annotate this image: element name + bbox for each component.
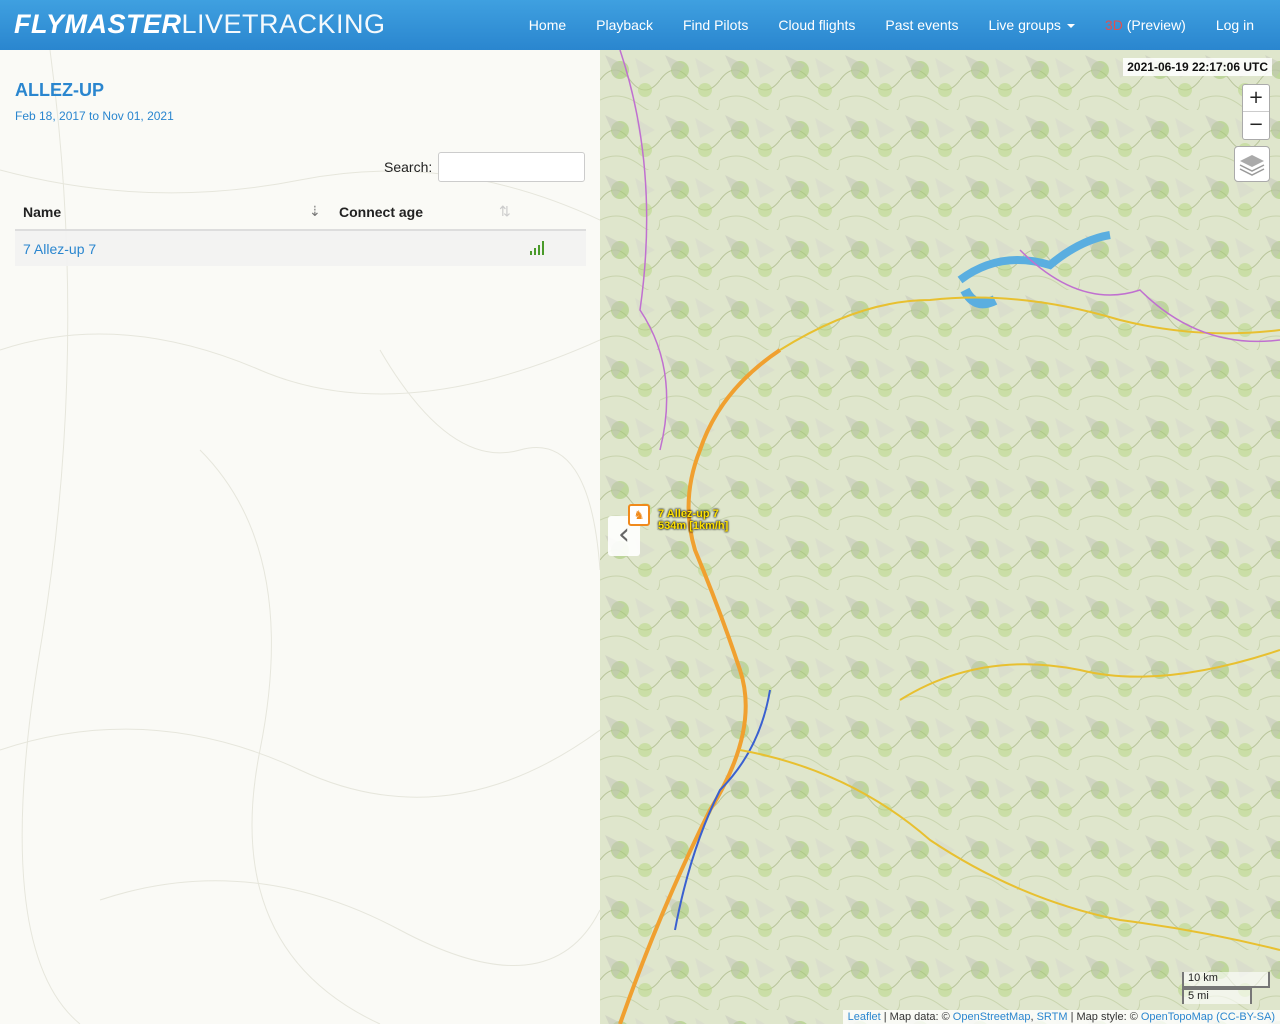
srtm-link[interactable]: SRTM: [1037, 1011, 1068, 1023]
sort-ascending-icon[interactable]: ⇣: [309, 203, 321, 220]
nav-home[interactable]: Home: [529, 17, 566, 33]
nav-live-groups[interactable]: Live groups: [989, 17, 1075, 33]
layers-button[interactable]: [1234, 146, 1270, 182]
brand-bold: FLYMASTER: [14, 9, 182, 39]
table-row[interactable]: 7 Allez-up 7: [15, 231, 586, 266]
leaflet-link[interactable]: Leaflet: [848, 1011, 881, 1023]
top-navbar: FLYMASTERLIVETRACKING Home Playback Find…: [0, 0, 1280, 50]
event-title: ALLEZ-UP: [15, 80, 104, 100]
scale-km: 10 km: [1182, 972, 1270, 988]
topo-map-tiles: [600, 50, 1280, 1024]
signal-bars-icon: [530, 241, 544, 255]
nav-past-events[interactable]: Past events: [885, 17, 958, 33]
brand-light: LIVETRACKING: [181, 9, 386, 39]
sort-both-icon[interactable]: ⇅: [499, 203, 511, 220]
paraglider-marker-icon[interactable]: ♞: [628, 504, 650, 526]
attrib-text-1: | Map data: ©: [880, 1011, 953, 1023]
nav-3d-preview-label: (Preview): [1122, 17, 1186, 33]
nav-login[interactable]: Log in: [1216, 17, 1254, 33]
table-header: Name ⇣ Connect age ⇅: [15, 193, 586, 231]
nav-3d-label: 3D: [1104, 17, 1123, 33]
flymaster-logo[interactable]: FLYMASTERLIVETRACKING: [14, 9, 386, 40]
event-sidebar: ALLEZ-UP Feb 18, 2017 to Nov 01, 2021 Se…: [0, 50, 600, 1024]
search-label: Search:: [384, 159, 433, 175]
pilots-table: Name ⇣ Connect age ⇅ 7 Allez-up 7: [15, 193, 586, 266]
map-view[interactable]: 2021-06-19 22:17:06 UTC + − ‹ ♞ 7 Allez-…: [600, 50, 1280, 1024]
main-nav: Home Playback Find Pilots Cloud flights …: [499, 0, 1254, 50]
search-input[interactable]: [438, 152, 585, 182]
attrib-text-2: | Map style: ©: [1067, 1011, 1141, 1023]
zoom-out-button[interactable]: −: [1243, 112, 1269, 139]
map-scale: 10 km 5 mi: [1182, 972, 1270, 1004]
license-link[interactable]: (CC-BY-SA): [1216, 1011, 1275, 1023]
chevron-down-icon: [1066, 24, 1075, 29]
layers-icon: [1239, 155, 1265, 176]
map-attribution: Leaflet | Map data: © OpenStreetMap, SRT…: [842, 1010, 1280, 1024]
nav-find-pilots[interactable]: Find Pilots: [683, 17, 748, 33]
pilot-name-link[interactable]: 7 Allez-up 7: [23, 241, 96, 257]
column-connect-age-header[interactable]: Connect age: [339, 204, 423, 220]
event-dates: Feb 18, 2017 to Nov 01, 2021: [15, 109, 174, 123]
pilot-label-name: 7 Allez-up 7: [658, 508, 719, 520]
nav-live-groups-label: Live groups: [988, 17, 1061, 33]
nav-playback[interactable]: Playback: [596, 17, 653, 33]
zoom-control: + −: [1242, 84, 1270, 140]
map-timestamp: 2021-06-19 22:17:06 UTC: [1123, 58, 1272, 76]
opentopomap-link[interactable]: OpenTopoMap: [1141, 1011, 1213, 1023]
pilot-map-label: 7 Allez-up 7 534m [1km/h]: [658, 508, 728, 532]
scale-mi: 5 mi: [1182, 988, 1252, 1004]
pilot-label-altitude-speed: 534m [1km/h]: [658, 520, 729, 532]
nav-3d-preview[interactable]: 3D (Preview): [1105, 17, 1186, 33]
nav-cloud-flights[interactable]: Cloud flights: [778, 17, 855, 33]
osm-link[interactable]: OpenStreetMap: [953, 1011, 1031, 1023]
column-name-header[interactable]: Name: [23, 204, 61, 220]
zoom-in-button[interactable]: +: [1243, 85, 1269, 112]
